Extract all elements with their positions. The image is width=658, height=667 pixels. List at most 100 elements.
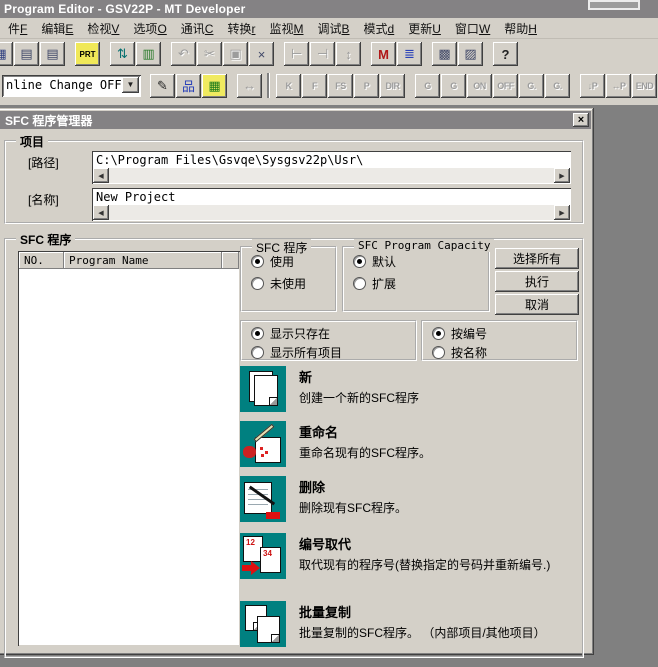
k-constant-icon[interactable]: K (276, 74, 301, 98)
menu-comm[interactable]: 通讯C (174, 17, 221, 40)
cancel-button[interactable]: 取消 (495, 294, 579, 315)
doc-line (248, 504, 268, 505)
g-device-2-icon[interactable]: G (441, 74, 466, 98)
path-field[interactable]: C:\Program Files\Gsvqe\Sysgsv22p\Usr\ ◀ … (92, 151, 571, 184)
menu-window[interactable]: 窗口W (448, 17, 497, 40)
radio-show-all[interactable]: 显示所有项目 (251, 344, 415, 361)
dialog-titlebar[interactable]: SFC 程序管理器 × (0, 111, 591, 129)
doc-shape (255, 437, 281, 463)
program-list[interactable]: NO. Program Name (18, 251, 240, 646)
end-step-icon[interactable]: END (632, 74, 657, 98)
step-updown-icon[interactable]: ↕ (336, 42, 361, 66)
path-scrollbar[interactable]: ◀ ▶ (93, 168, 570, 183)
menu-mode[interactable]: 模式d (357, 17, 402, 40)
print-setup-icon[interactable]: PRT (75, 42, 100, 66)
name-field[interactable]: New Project ◀ ▶ (92, 188, 571, 221)
menu-options[interactable]: 选项O (126, 17, 173, 40)
menubar: 件F 编辑E 检视V 选项O 通讯C 转换r 监视M 调试B 模式d 更新U 窗… (0, 18, 658, 39)
radio-by-number[interactable]: 按编号 (432, 325, 576, 342)
transfer-2-icon[interactable]: ↔ (237, 74, 262, 98)
radio-use-icon[interactable] (251, 255, 264, 268)
name-scrollbar[interactable]: ◀ ▶ (93, 205, 570, 220)
window-cascade-icon[interactable]: ▩ (432, 42, 457, 66)
action-delete[interactable]: 删除 删除现有SFC程序。 (240, 476, 588, 533)
scroll-right-icon[interactable]: ▶ (554, 168, 570, 183)
g-down-1-icon[interactable]: G. (519, 74, 544, 98)
step-branch-icon[interactable]: ⊣ (310, 42, 335, 66)
menu-file[interactable]: 件F (1, 17, 34, 40)
p-across-icon[interactable]: ↔P (606, 74, 631, 98)
step-insert-icon[interactable]: ⊢ (284, 42, 309, 66)
display-filter-group: 显示只存在 显示所有项目 (240, 320, 417, 361)
menu-convert[interactable]: 转换r (220, 17, 262, 40)
radio-show-all-icon[interactable] (251, 346, 264, 359)
radio-unuse-icon[interactable] (251, 277, 264, 290)
menu-update[interactable]: 更新U (401, 17, 448, 40)
column-spare[interactable] (222, 252, 239, 269)
execute-button[interactable]: 执行 (495, 271, 579, 292)
action-new[interactable]: 新 创建一个新的SFC程序 (240, 366, 588, 421)
radio-show-existing-icon[interactable] (251, 327, 264, 340)
select-all-button[interactable]: 选择所有 (495, 248, 579, 269)
radio-by-name-label: 按名称 (451, 344, 487, 361)
radio-unuse[interactable]: 未使用 (251, 275, 335, 292)
menu-debug[interactable]: 调试B (311, 17, 357, 40)
radio-extended-icon[interactable] (353, 277, 366, 290)
p-down-icon[interactable]: ↓P (580, 74, 605, 98)
dir-icon[interactable]: DIR (380, 74, 405, 98)
scroll-left-icon[interactable]: ◀ (93, 168, 109, 183)
menu-view[interactable]: 检视V (80, 17, 126, 40)
program-list-body[interactable] (19, 269, 239, 643)
app-titlebar[interactable]: Program Editor - GSV22P - MT Developer (0, 0, 658, 18)
g-down-2-icon[interactable]: G. (545, 74, 570, 98)
menu-monitor[interactable]: 监视M (262, 17, 310, 40)
transfer-icon[interactable]: ⇅ (110, 42, 135, 66)
toolbar-separator (571, 74, 580, 98)
grid-table-icon[interactable]: ▦ (202, 74, 227, 98)
column-program-name[interactable]: Program Name (64, 252, 222, 269)
g-device-1-icon[interactable]: G (415, 74, 440, 98)
print-preview-icon[interactable]: ▤ (14, 42, 39, 66)
menu-edit[interactable]: 编辑E (34, 17, 80, 40)
action-rename[interactable]: 重命名 重命名现有的SFC程序。 (240, 421, 588, 476)
radio-by-name-icon[interactable] (432, 346, 445, 359)
path-label: [路径] (6, 151, 92, 184)
online-change-combobox[interactable]: nline Change OFF ▼ (2, 75, 141, 97)
fs-device-icon[interactable]: FS (328, 74, 353, 98)
radio-by-number-icon[interactable] (432, 327, 445, 340)
action-renumber[interactable]: 12 34 编号取代 取代现有的程序号(替换指定的号码并重新编号.) (240, 533, 588, 601)
save-icon[interactable]: ▦ (0, 42, 13, 66)
radio-default-icon[interactable] (353, 255, 366, 268)
monitor-mode-icon[interactable]: M (371, 42, 396, 66)
chevron-down-icon[interactable]: ▼ (122, 77, 139, 93)
radio-show-existing[interactable]: 显示只存在 (251, 325, 415, 342)
monitor-batch-icon[interactable]: ≣ (397, 42, 422, 66)
on-icon[interactable]: ON (467, 74, 492, 98)
copy-icon[interactable]: ▣ (223, 42, 248, 66)
undo-icon[interactable]: ↶ (171, 42, 196, 66)
sfc-usage-group: SFC 程序 使用 未使用 (240, 246, 337, 312)
radio-default[interactable]: 默认 (353, 253, 488, 270)
delete-icon[interactable]: × (249, 42, 274, 66)
off-icon[interactable]: OFF (493, 74, 518, 98)
radio-by-name[interactable]: 按名称 (432, 344, 576, 361)
close-icon[interactable]: × (573, 113, 589, 127)
edit-quill-icon[interactable]: ✎ (150, 74, 175, 98)
window-tile-icon[interactable]: ▨ (458, 42, 483, 66)
radio-show-all-label: 显示所有项目 (270, 344, 342, 361)
p-pointer-icon[interactable]: P (354, 74, 379, 98)
help-icon[interactable]: ? (493, 42, 518, 66)
network-tree-icon[interactable]: 品 (176, 74, 201, 98)
cut-icon[interactable]: ✂ (197, 42, 222, 66)
menu-help[interactable]: 帮助H (497, 17, 544, 40)
toolbar-separator (228, 74, 237, 98)
scroll-right-icon[interactable]: ▶ (554, 205, 570, 220)
toolbar-secondary: nline Change OFF ▼ ✎ 品 ▦ ↔ K F FS P DIR … (0, 69, 658, 102)
document-convert-icon[interactable]: ▥ (136, 42, 161, 66)
radio-extended[interactable]: 扩展 (353, 275, 488, 292)
print-icon[interactable]: ▤ (40, 42, 65, 66)
column-no[interactable]: NO. (19, 252, 64, 269)
scroll-left-icon[interactable]: ◀ (93, 205, 109, 220)
f-device-icon[interactable]: F (302, 74, 327, 98)
action-batch-copy[interactable]: 批量复制 批量复制的SFC程序。 （内部项目/其他项目） (240, 601, 588, 657)
